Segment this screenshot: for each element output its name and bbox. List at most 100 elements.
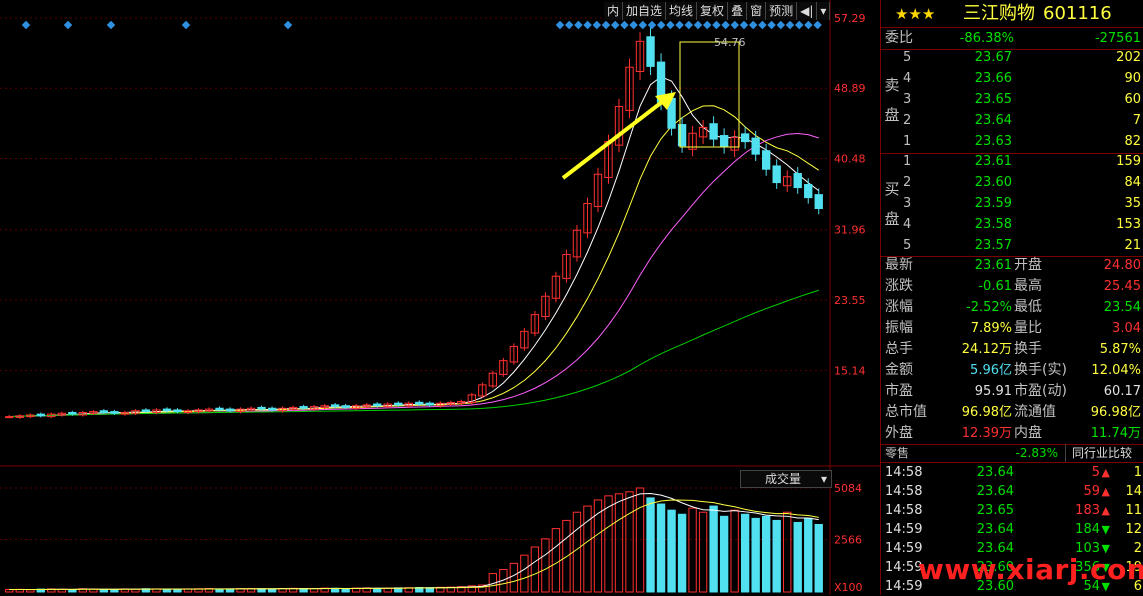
signal-diamond	[739, 20, 749, 30]
volume-bar	[783, 511, 792, 593]
sell-level-row[interactable]: 2 23.64 7	[881, 110, 1143, 131]
candle-body	[267, 407, 277, 411]
stat-row: 振幅 7.89% 量比 3.04	[881, 318, 1143, 339]
candle-body	[793, 173, 802, 189]
signal-diamond	[684, 20, 694, 30]
volume-bar	[772, 519, 781, 593]
sell-level-row[interactable]: 1 23.63 82	[881, 131, 1143, 152]
candle-body	[36, 413, 45, 417]
toolbar-item-window[interactable]: 窗	[747, 2, 767, 20]
stat-label: 最新	[885, 257, 913, 273]
tick-volume: 184	[1075, 522, 1100, 537]
price-tick-label: 23.55	[834, 294, 866, 307]
signal-diamond	[629, 20, 638, 30]
signal-diamond	[758, 20, 767, 30]
weibi-diff: -27561	[1094, 31, 1141, 46]
volume-bar	[762, 515, 771, 593]
buy-level-row[interactable]: 1 23.61 159	[881, 151, 1143, 172]
toolbar-item-nei[interactable]: 内	[604, 2, 624, 20]
candle-body	[804, 184, 813, 199]
candle-body	[814, 194, 823, 209]
candle-body	[330, 404, 340, 408]
tick-volume: 59	[1083, 484, 1100, 499]
arrow-up-icon: ▲	[1101, 485, 1110, 498]
kline-chart[interactable]: 57.29 48.89 40.48 31.96 23.55 15.14 5084 2566 X1…	[0, 0, 880, 595]
signal-diamond	[804, 20, 813, 30]
stat-value: 5.87%	[1099, 342, 1141, 357]
volume-bar	[530, 546, 540, 593]
compare-button[interactable]: 同行业比较	[1065, 444, 1132, 462]
stat-label: 换手(实)	[1014, 362, 1067, 378]
sector-pct: -2.83%	[1015, 446, 1058, 460]
buy-volume: 84	[1124, 175, 1141, 190]
stat-value: 96.98亿	[1090, 405, 1141, 420]
tick-volume: 183	[1075, 503, 1100, 518]
buy-level-row[interactable]: 3 23.59 35	[881, 193, 1143, 214]
ma5-line	[9, 76, 820, 418]
buy-level-row[interactable]: 4 23.58 153	[881, 214, 1143, 235]
tick-count: 11	[1125, 503, 1142, 518]
signal-diamond	[583, 20, 592, 30]
volume-bar	[667, 509, 676, 593]
toolbar-item-adjust[interactable]: 复权	[697, 2, 729, 20]
toolbar-item-forecast[interactable]: 预测	[766, 2, 798, 20]
signal-diamond	[693, 20, 703, 30]
signal-diamond	[675, 20, 684, 30]
weibi-pct: -86.38%	[959, 31, 1014, 46]
buy-price: 23.57	[974, 238, 1012, 253]
volume-bar	[625, 491, 634, 593]
volume-bar	[604, 495, 613, 593]
dropdown-arrow-icon[interactable]: ▾	[817, 2, 831, 20]
sell-price: 23.66	[974, 71, 1012, 86]
signal-diamond	[592, 20, 602, 30]
tick-row: 14:58 23.65 183 ▲ 11	[881, 501, 1143, 520]
candle-body	[215, 407, 224, 411]
volume-bar	[677, 513, 687, 593]
stat-label: 总手	[885, 341, 913, 357]
buy-level: 2	[903, 175, 912, 190]
candle-body	[646, 36, 655, 67]
volume-bar	[299, 588, 308, 593]
stat-label: 涨跌	[885, 278, 913, 294]
volume-bar	[688, 507, 697, 593]
sell-level: 4	[903, 71, 912, 86]
stat-row: 外盘 12.39万 内盘 11.74万	[881, 423, 1143, 444]
stat-row: 涨跌 -0.61 最高 25.45	[881, 276, 1143, 297]
buy-level-row[interactable]: 5 23.57 21	[881, 235, 1143, 256]
tick-time: 14:58	[885, 465, 923, 480]
weibi-label: 委比	[885, 30, 913, 46]
stock-name: 三江购物	[963, 3, 1035, 24]
price-tick-label: 15.14	[834, 364, 866, 377]
tick-volume: 5	[1091, 465, 1100, 480]
stat-row: 总市值 96.98亿 流通值 96.98亿	[881, 402, 1143, 423]
sector-name: 零售	[885, 446, 910, 460]
toolbar-item-ma[interactable]: 均线	[666, 2, 698, 20]
ma20-line	[9, 132, 819, 418]
signal-diamond	[21, 20, 31, 30]
stat-row: 总手 24.12万 换手 5.87%	[881, 339, 1143, 360]
signal-diamond	[813, 20, 822, 30]
candle-body	[257, 406, 266, 410]
arrow-up-icon: ▲	[1101, 466, 1110, 479]
stat-label: 换手	[1014, 341, 1042, 357]
sell-level-row[interactable]: 4 23.66 90	[881, 68, 1143, 89]
sell-price: 23.63	[974, 134, 1012, 149]
buy-price: 23.59	[974, 196, 1012, 211]
stat-label: 市盈	[885, 383, 913, 399]
stat-label: 外盘	[885, 425, 913, 441]
volume-indicator-selector[interactable]: 成交量 ▾	[740, 470, 832, 488]
signal-diamond	[283, 20, 293, 30]
sell-level: 3	[903, 92, 912, 107]
toolbar-item-add-watchlist[interactable]: 加自选	[623, 2, 667, 20]
buy-level-row[interactable]: 2 23.60 84	[881, 172, 1143, 193]
moving-average-lines	[9, 76, 820, 418]
volume-bar	[572, 511, 582, 593]
toolbar-item-overlay[interactable]: 叠	[728, 2, 748, 20]
volume-bar	[162, 588, 172, 593]
signal-diamond	[574, 20, 583, 30]
sell-level-row[interactable]: 3 23.65 60	[881, 89, 1143, 110]
volume-bar	[551, 528, 561, 593]
sell-level-row[interactable]: 5 23.67 202	[881, 47, 1143, 68]
tick-time: 14:59	[885, 522, 923, 537]
speaker-icon[interactable]: ◀|	[797, 2, 818, 20]
